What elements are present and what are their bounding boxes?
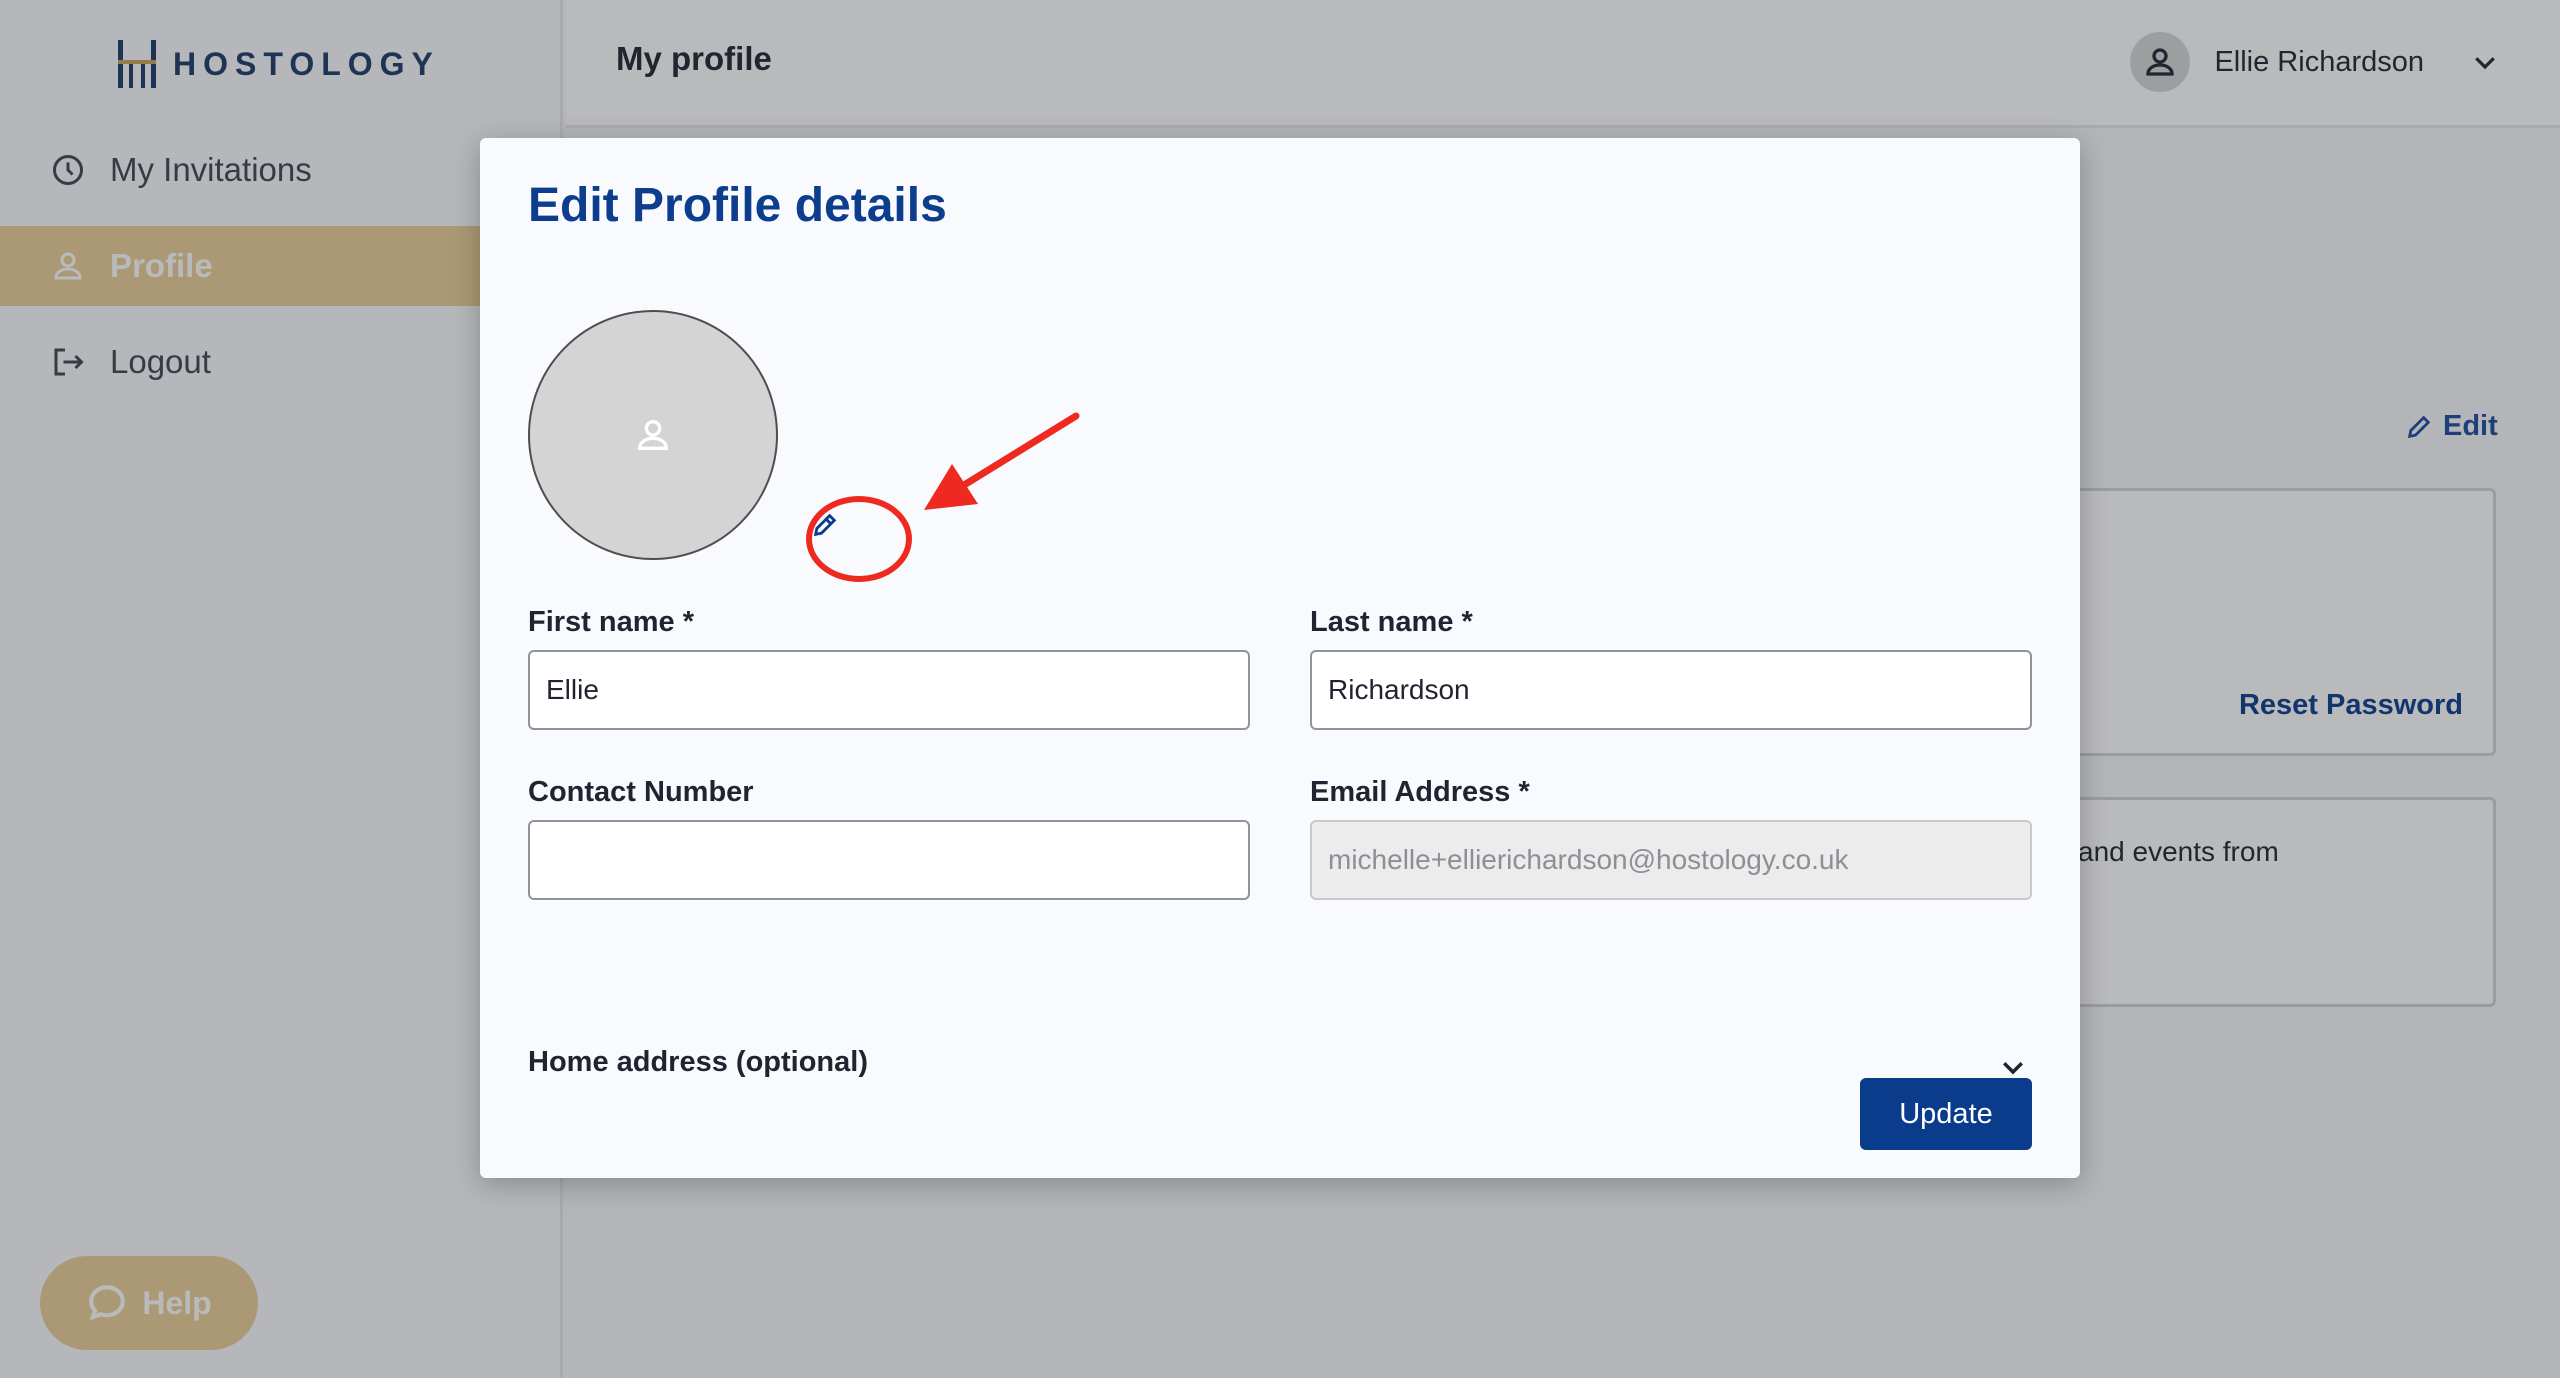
first-name-input[interactable] <box>528 650 1250 730</box>
contact-number-input[interactable] <box>528 820 1250 900</box>
home-address-label: Home address (optional) <box>528 1046 868 1078</box>
contact-number-label: Contact Number <box>528 776 754 808</box>
annotation-arrow-icon <box>924 412 1080 510</box>
first-name-label: First name * <box>528 606 694 638</box>
edit-profile-modal: Edit Profile details First name * Last n… <box>480 138 2080 1178</box>
email-address-input <box>1310 820 2032 900</box>
last-name-label: Last name * <box>1310 606 1473 638</box>
profile-photo[interactable] <box>528 310 778 560</box>
update-button[interactable]: Update <box>1860 1078 2032 1150</box>
last-name-input[interactable] <box>1310 650 2032 730</box>
user-icon <box>637 420 669 450</box>
modal-title: Edit Profile details <box>528 179 947 232</box>
annotation-circle <box>806 496 912 582</box>
email-address-label: Email Address * <box>1310 776 1530 808</box>
home-address-accordion[interactable]: Home address (optional) <box>528 1046 2032 1128</box>
